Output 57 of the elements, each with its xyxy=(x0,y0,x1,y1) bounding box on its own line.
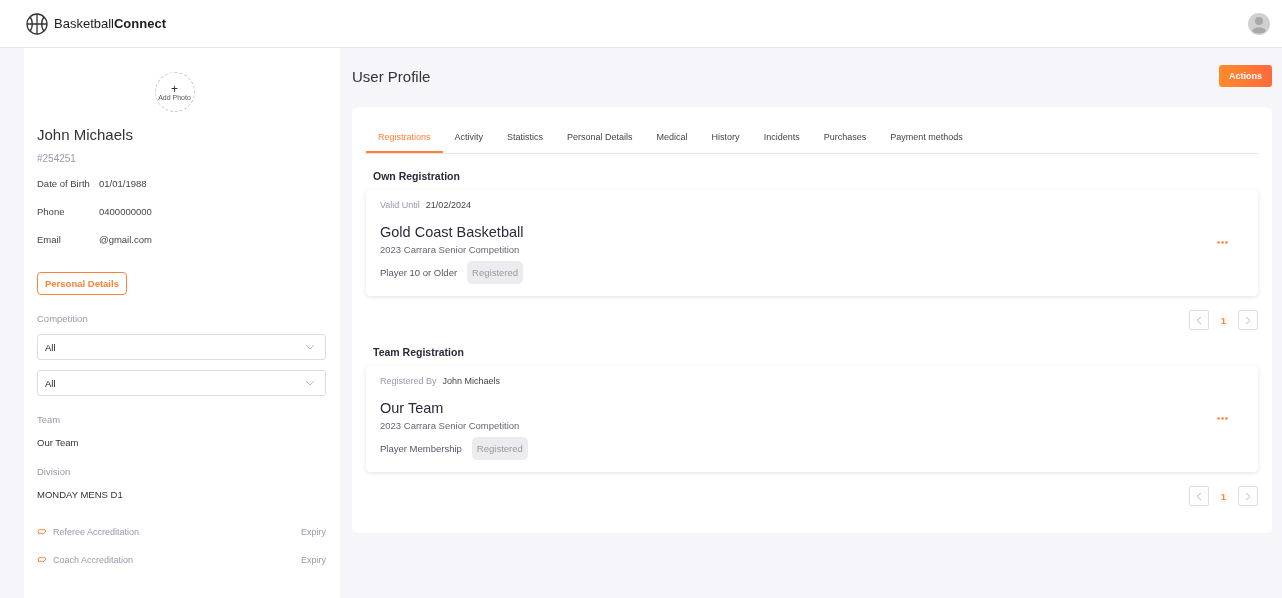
more-icon[interactable] xyxy=(1217,416,1228,420)
page-title: User Profile xyxy=(352,67,431,85)
expiry-label: Expiry xyxy=(301,527,326,537)
next-page-button[interactable] xyxy=(1238,486,1258,506)
field-label: Team xyxy=(37,414,62,425)
status-badge: Registered xyxy=(467,261,524,284)
field-value: Our Team xyxy=(37,437,80,448)
meta-label: Registered By xyxy=(380,376,437,386)
detail-label: Date of Birth xyxy=(37,178,91,189)
tab[interactable]: Activity xyxy=(442,123,496,153)
expiry-label: Expiry xyxy=(301,555,326,565)
meta-label: Valid Until xyxy=(380,200,420,210)
accreditation-label: Referee Accreditation xyxy=(53,527,141,537)
chevron-left-icon xyxy=(1195,315,1202,325)
field-label: Competition xyxy=(37,313,89,324)
more-icon[interactable] xyxy=(1217,240,1228,244)
competition-name: 2023 Carrara Senior Competition xyxy=(380,420,521,431)
app-logo[interactable]: BasketballConnect xyxy=(54,16,166,31)
membership-type: Player 10 or Older xyxy=(380,267,458,278)
detail-label: Phone xyxy=(37,206,66,217)
user-name: John Michaels xyxy=(37,126,134,143)
tab[interactable]: Purchases xyxy=(811,123,879,153)
detail-label: Email xyxy=(37,234,62,245)
previous-page-button[interactable] xyxy=(1188,486,1209,506)
status-badge: Registered xyxy=(471,437,528,460)
meta-value: John Michaels xyxy=(442,376,501,386)
tab[interactable]: Payment methods xyxy=(878,123,975,153)
chevron-right-icon xyxy=(1245,491,1251,501)
tab[interactable]: Personal Details xyxy=(555,123,645,153)
section-heading: Own Registration xyxy=(373,170,461,182)
registration-title: Our Team xyxy=(380,400,445,416)
tab[interactable]: Incidents xyxy=(751,123,812,153)
tab[interactable]: Statistics xyxy=(495,123,556,153)
chevron-down-icon xyxy=(305,344,315,350)
user-id: #254251 xyxy=(37,153,77,164)
next-page-button[interactable] xyxy=(1238,310,1258,330)
basketball-icon xyxy=(26,12,48,35)
detail-value: @gmail.com xyxy=(99,234,152,245)
competition-name: 2023 Carrara Senior Competition xyxy=(380,244,521,255)
accreditation-label: Coach Accreditation xyxy=(53,555,135,565)
select-field[interactable]: All xyxy=(37,334,326,360)
membership-type: Player Membership xyxy=(380,443,462,454)
tab[interactable]: Medical xyxy=(644,123,700,153)
meta-value: 21/02/2024 xyxy=(425,200,471,210)
detail-value: 0400000000 xyxy=(99,206,152,217)
section-heading: Team Registration xyxy=(373,346,465,358)
field-value: MONDAY MENS D1 xyxy=(37,489,124,500)
select-field[interactable]: All xyxy=(37,370,326,396)
registration-title: Gold Coast Basketball xyxy=(380,224,524,240)
chevron-left-icon xyxy=(1195,491,1202,501)
chevron-down-icon xyxy=(305,380,315,386)
chevron-right-icon xyxy=(1245,315,1251,325)
detail-value: 01/01/1988 xyxy=(99,178,147,189)
tab[interactable]: History xyxy=(699,123,752,153)
previous-page-button[interactable] xyxy=(1188,310,1209,330)
avatar-icon[interactable] xyxy=(1248,12,1270,35)
field-label: Division xyxy=(37,466,72,477)
